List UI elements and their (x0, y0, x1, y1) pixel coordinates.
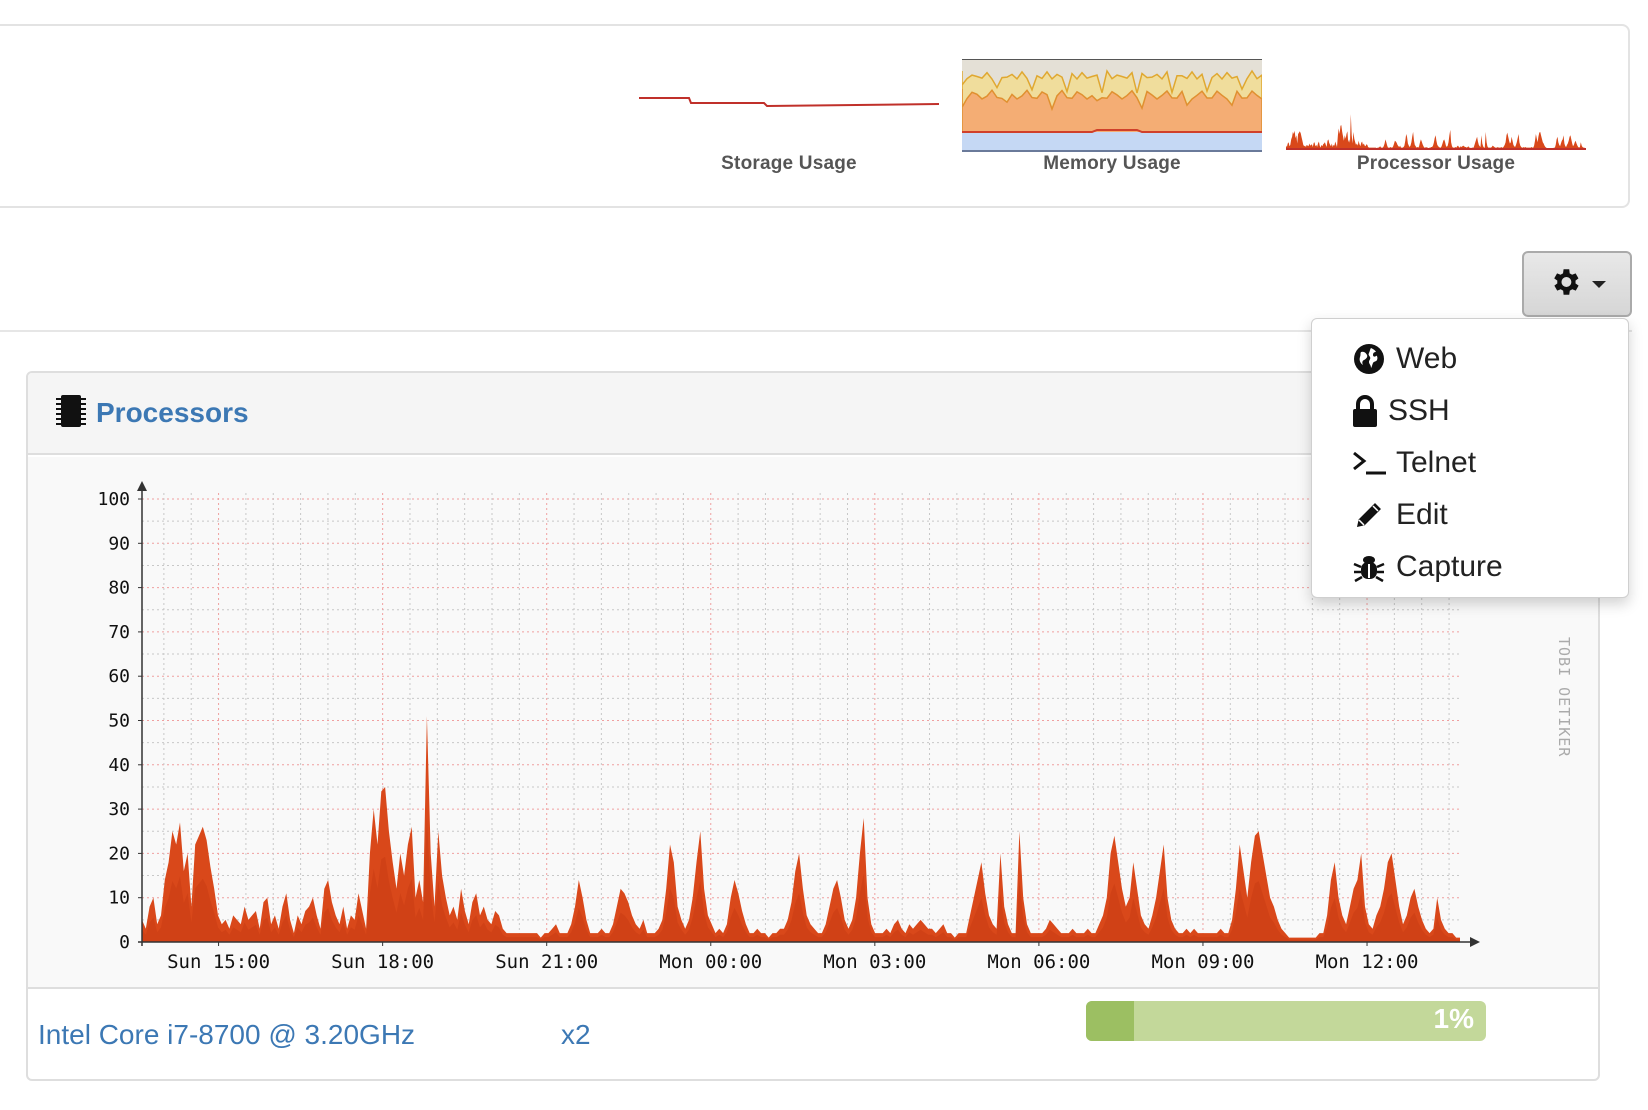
gear-icon (1548, 265, 1582, 304)
storage-sparkline[interactable] (639, 66, 939, 121)
x-tick-label: Sun 15:00 (167, 951, 270, 973)
y-tick-label: 60 (108, 666, 130, 687)
menu-item-ssh[interactable]: SSH (1312, 385, 1628, 437)
terminal-icon (1352, 446, 1386, 480)
cpu-chip-icon (56, 393, 86, 434)
lock-icon (1352, 394, 1378, 428)
cpu-usage-text: 1% (1433, 1003, 1474, 1034)
chevron-down-icon (1592, 280, 1606, 288)
menu-item-capture[interactable]: Capture (1312, 541, 1628, 593)
y-tick-label: 90 (108, 533, 130, 554)
cpu-usage-bar: 1% (1086, 1001, 1486, 1041)
cpu-count: x2 (561, 1019, 591, 1050)
processor-row: Intel Core i7-8700 @ 3.20GHz x2 1% (28, 991, 1598, 1079)
x-tick-label: Sun 21:00 (495, 951, 598, 973)
y-tick-label: 20 (108, 843, 130, 864)
menu-item-label: Capture (1396, 550, 1503, 583)
x-tick-label: Mon 06:00 (987, 951, 1090, 973)
menu-item-label: SSH (1388, 394, 1450, 427)
y-tick-label: 0 (119, 932, 130, 953)
memory-usage-label: Memory Usage (1043, 153, 1181, 174)
x-tick-label: Mon 00:00 (659, 951, 762, 973)
x-tick-label: Mon 09:00 (1151, 951, 1254, 973)
actions-dropdown-menu: Web SSH Telnet Edit Capture (1311, 318, 1629, 598)
processor-sparkline[interactable] (1286, 108, 1586, 150)
y-tick-label: 100 (97, 489, 130, 510)
y-tick-label: 70 (108, 622, 130, 643)
pencil-icon (1352, 498, 1386, 532)
cpu-model-link[interactable]: Intel Core i7-8700 @ 3.20GHz (38, 1019, 415, 1051)
actions-dropdown-button[interactable] (1522, 251, 1632, 317)
menu-item-edit[interactable]: Edit (1312, 489, 1628, 541)
y-tick-label: 50 (108, 711, 130, 732)
x-tick-label: Mon 03:00 (823, 951, 926, 973)
x-axis-arrow (1470, 937, 1480, 947)
menu-item-web[interactable]: Web (1312, 333, 1628, 385)
globe-icon (1352, 342, 1386, 376)
y-tick-label: 30 (108, 799, 130, 820)
processors-title-link[interactable]: Processors (96, 397, 249, 429)
overview-panel: Storage Usage Memory Usage Processor Usa… (0, 24, 1630, 208)
menu-item-telnet[interactable]: Telnet (1312, 437, 1628, 489)
processor-usage-label: Processor Usage (1356, 153, 1516, 174)
bug-icon (1352, 550, 1386, 584)
y-tick-label: 10 (108, 888, 130, 909)
x-tick-label: Mon 12:00 (1316, 951, 1419, 973)
y-axis-arrow (137, 481, 147, 491)
chart-watermark: TOBI OETIKER (1555, 637, 1573, 757)
y-tick-label: 40 (108, 755, 130, 776)
memory-sparkline[interactable] (962, 59, 1262, 153)
menu-item-label: Telnet (1396, 446, 1477, 479)
x-tick-label: Sun 18:00 (331, 951, 434, 973)
storage-usage-label: Storage Usage (721, 153, 857, 174)
cpu-usage-bar-fill (1086, 1001, 1134, 1041)
y-tick-label: 80 (108, 578, 130, 599)
menu-item-label: Edit (1396, 498, 1448, 531)
menu-item-label: Web (1396, 342, 1458, 375)
